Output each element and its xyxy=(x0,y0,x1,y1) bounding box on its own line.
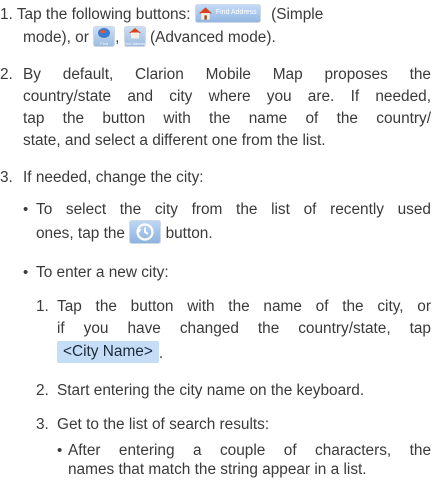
step-1-number: 1. xyxy=(0,6,13,23)
sub-3-text: Get to the list of search results: xyxy=(57,416,270,433)
history-clock-icon xyxy=(136,223,154,241)
step-2-line-2: country/state and city where you are. If… xyxy=(23,88,431,105)
bullet-marker: • xyxy=(57,442,63,459)
sub-3-bullet-line-2: names that match the string appear in a … xyxy=(68,461,367,478)
manual-page: 1. Tap the following buttons: Find Addre… xyxy=(0,0,436,478)
step-1-advanced: (Advanced mode). xyxy=(150,29,276,46)
sub-1-number: 1. xyxy=(36,298,49,315)
bullet-marker: • xyxy=(23,264,29,281)
recent-cities-button-image xyxy=(129,219,162,244)
house-icon xyxy=(198,7,212,20)
find-address-button-image: Find Address xyxy=(194,3,261,23)
bullet-1-after: button. xyxy=(165,225,213,242)
find-address-small-button-label: Find Address xyxy=(123,40,148,46)
house-icon xyxy=(128,27,141,39)
sub-2-text: Start entering the city name on the keyb… xyxy=(57,382,365,399)
find-address-small-button-image: Find Address xyxy=(123,25,148,47)
find-button-label: Find xyxy=(100,40,109,46)
step-1-simple: (Simple xyxy=(271,6,324,23)
sub-1-line-1: Tap the button with the name of the city… xyxy=(57,298,431,315)
bullet-1-line-1: To select the city from the list of rece… xyxy=(36,201,431,218)
step-1-line-1: 1. Tap the following buttons: Find Addre… xyxy=(0,3,436,26)
sub-2-number: 2. xyxy=(36,382,49,399)
step-2-line-3: tap the button with the name of the coun… xyxy=(23,110,431,127)
sub-1-line-3: <City Name>. xyxy=(57,341,164,365)
step-3-number: 3. xyxy=(0,169,13,186)
step-2-line-4: state, and select a different one from t… xyxy=(23,132,326,149)
step-1-comma: , xyxy=(115,29,120,46)
city-name-button-image: <City Name> xyxy=(57,341,159,364)
find-address-button-label: Find Address xyxy=(215,8,257,16)
bullet-2-text: To enter a new city: xyxy=(36,264,169,281)
bullet-1-line-2: ones, tap the button. xyxy=(36,219,213,245)
step-2-line-1: By default, Clarion Mobile Map proposes … xyxy=(23,66,431,83)
step-1-text: Tap the following buttons: xyxy=(16,6,191,23)
step-2-number: 2. xyxy=(0,66,13,83)
step-1-line-2: mode), or Find , Find Address (Advanced … xyxy=(23,25,276,49)
find-button-image: Find xyxy=(93,25,116,47)
bullet-1-before: ones, tap the xyxy=(36,225,125,242)
globe-icon xyxy=(98,27,111,38)
sub-1-line-2: if you have changed the country/state, t… xyxy=(57,320,431,337)
step-1-mode-or: mode), or xyxy=(23,29,89,46)
sub-3-number: 3. xyxy=(36,416,49,433)
sub-1-period: . xyxy=(158,345,164,362)
bullet-marker: • xyxy=(23,201,29,218)
step-3-text: If needed, change the city: xyxy=(23,169,204,186)
